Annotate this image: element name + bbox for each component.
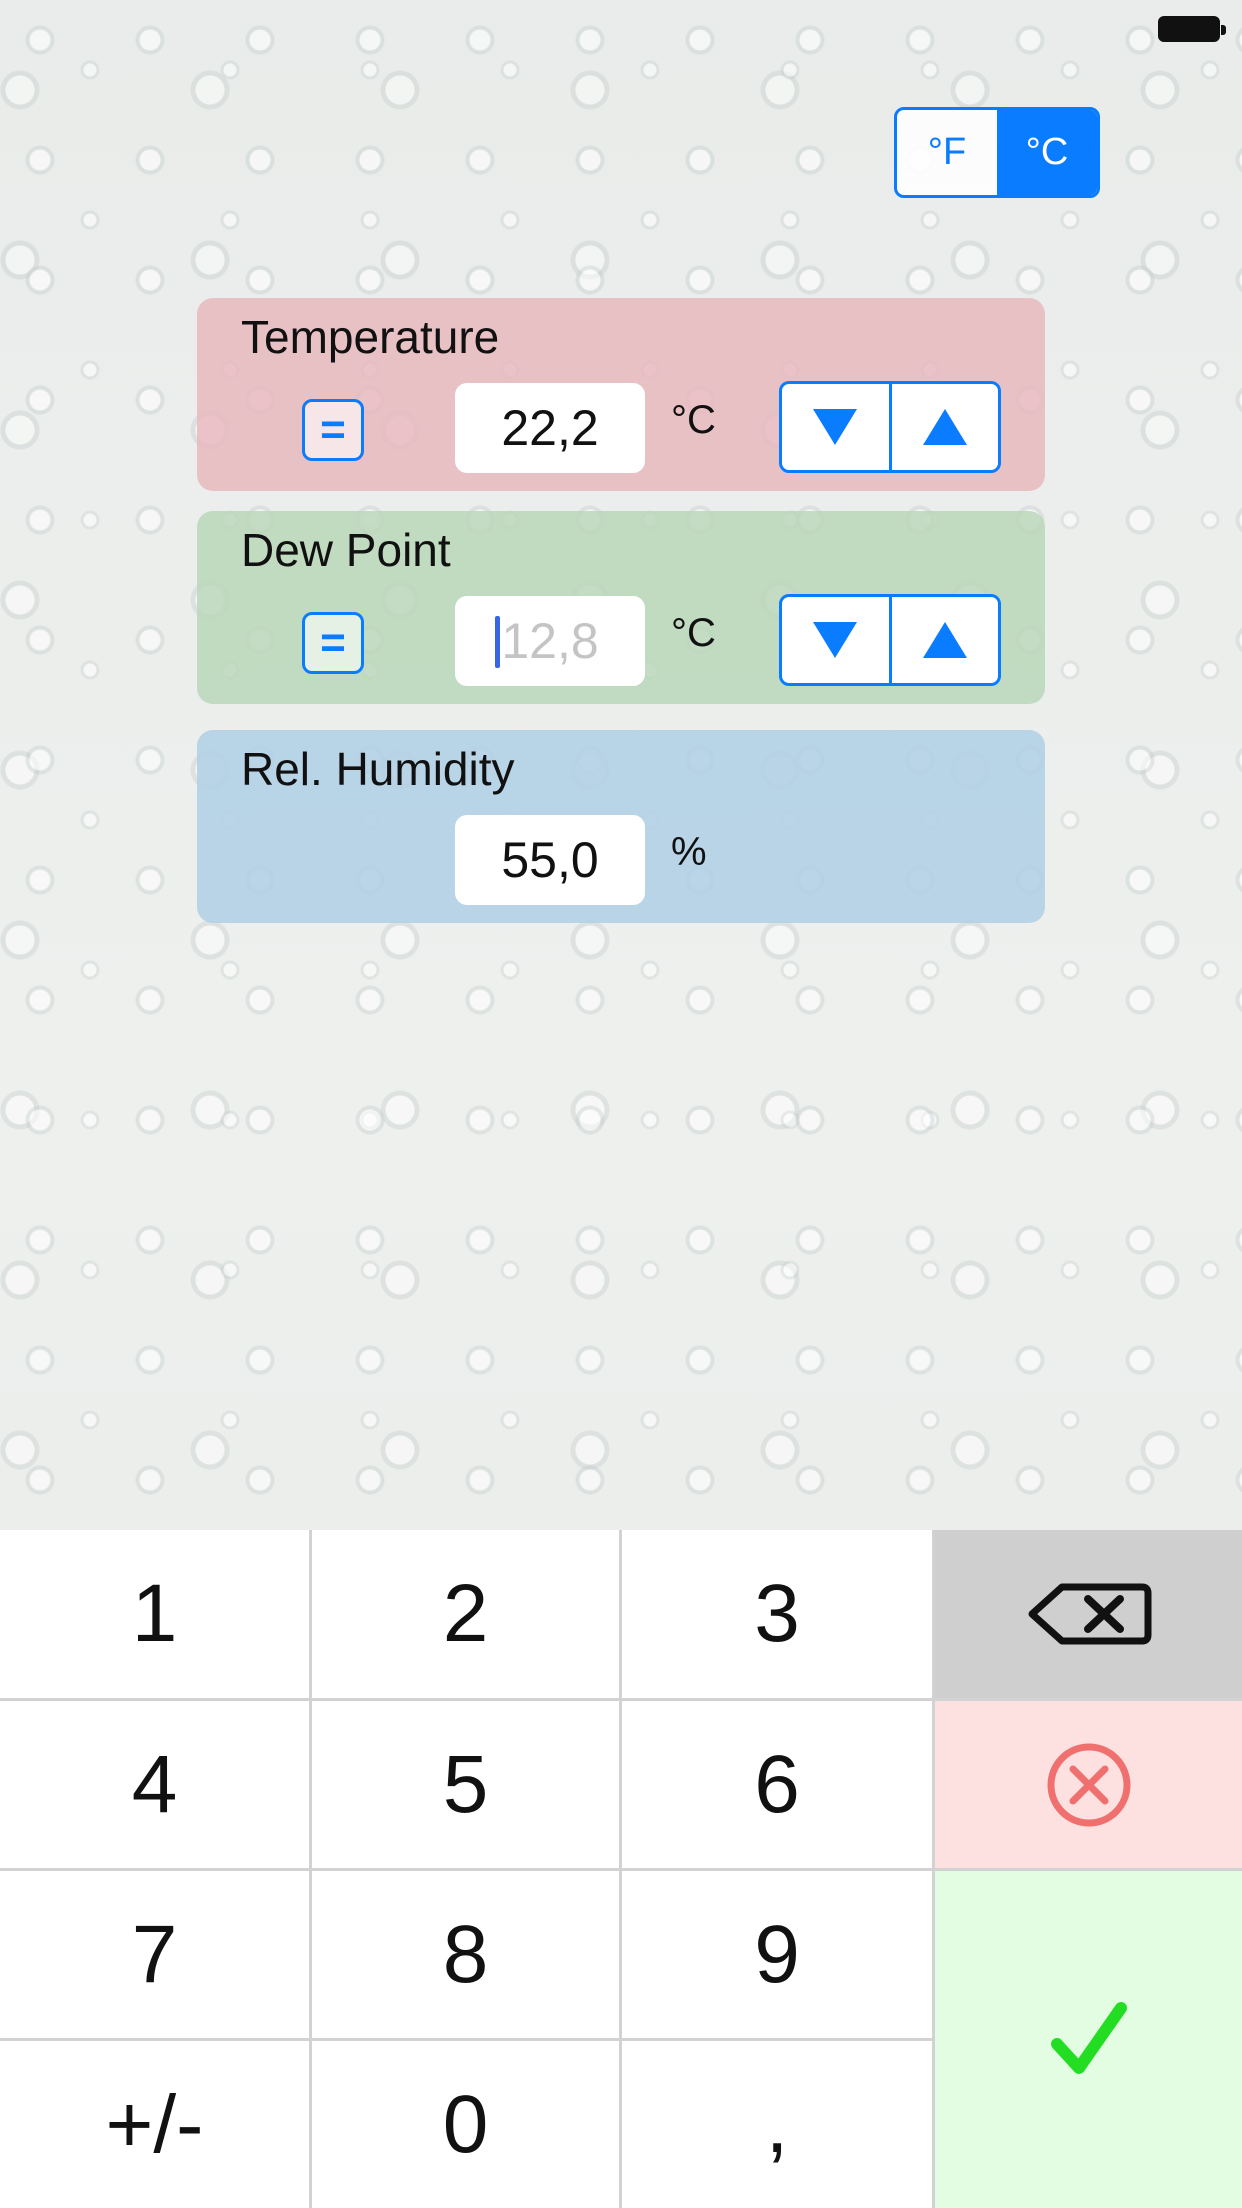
compute-temperature-button[interactable]: = (302, 399, 364, 461)
temperature-title: Temperature (241, 311, 500, 363)
backspace-icon (1028, 1583, 1151, 1645)
dew-point-placeholder: 12,8 (501, 613, 599, 669)
triangle-down-icon (813, 622, 858, 658)
dew-point-increase-button[interactable] (888, 597, 999, 683)
dew-point-decrease-button[interactable] (782, 597, 889, 683)
compute-dew-point-button[interactable]: = (302, 612, 364, 674)
dew-point-unit: °C (671, 611, 716, 655)
key-decimal-comma[interactable]: , (622, 2041, 932, 2208)
key-0[interactable]: 0 (312, 2041, 619, 2208)
temperature-decrease-button[interactable] (782, 384, 889, 470)
humidity-panel: Rel. Humidity 55,0 % (197, 730, 1045, 923)
temperature-input[interactable]: 22,2 (455, 383, 645, 473)
text-cursor (495, 616, 500, 668)
key-2[interactable]: 2 (312, 1530, 619, 1698)
dew-point-title: Dew Point (241, 524, 451, 576)
dew-point-panel: Dew Point = 12,8 °C (197, 511, 1045, 704)
backspace-button[interactable] (935, 1530, 1242, 1698)
clear-button[interactable] (935, 1701, 1242, 1868)
humidity-title: Rel. Humidity (241, 743, 515, 795)
key-6[interactable]: 6 (622, 1701, 932, 1868)
numeric-keypad: 1 2 3 4 5 6 7 8 9 +/- 0 , (0, 1530, 1242, 2208)
key-7[interactable]: 7 (0, 1871, 309, 2038)
key-4[interactable]: 4 (0, 1701, 309, 1868)
triangle-up-icon (922, 622, 967, 658)
key-8[interactable]: 8 (312, 1871, 619, 2038)
key-1[interactable]: 1 (0, 1530, 309, 1698)
key-5[interactable]: 5 (312, 1701, 619, 1868)
triangle-down-icon (813, 409, 858, 445)
equals-icon: = (320, 618, 346, 667)
equals-icon: = (320, 405, 346, 454)
temperature-unit: °C (671, 398, 716, 442)
key-plus-minus[interactable]: +/- (0, 2041, 309, 2208)
unit-toggle[interactable]: °F °C (894, 107, 1100, 198)
key-9[interactable]: 9 (622, 1871, 932, 2038)
temperature-panel: Temperature = 22,2 °C (197, 298, 1045, 491)
temperature-increase-button[interactable] (888, 384, 999, 470)
triangle-up-icon (922, 409, 967, 445)
battery-icon (1158, 16, 1226, 42)
clear-icon (1047, 1743, 1130, 1826)
dew-point-stepper[interactable] (779, 594, 1001, 686)
celsius-toggle[interactable]: °C (997, 110, 1097, 195)
dew-point-input[interactable]: 12,8 (455, 596, 645, 686)
humidity-unit: % (671, 830, 707, 874)
temperature-stepper[interactable] (779, 381, 1001, 473)
key-3[interactable]: 3 (622, 1530, 932, 1698)
confirm-button[interactable] (935, 1871, 1242, 2208)
humidity-input[interactable]: 55,0 (455, 815, 645, 905)
fahrenheit-toggle[interactable]: °F (897, 110, 997, 195)
checkmark-icon (1050, 2001, 1127, 2074)
